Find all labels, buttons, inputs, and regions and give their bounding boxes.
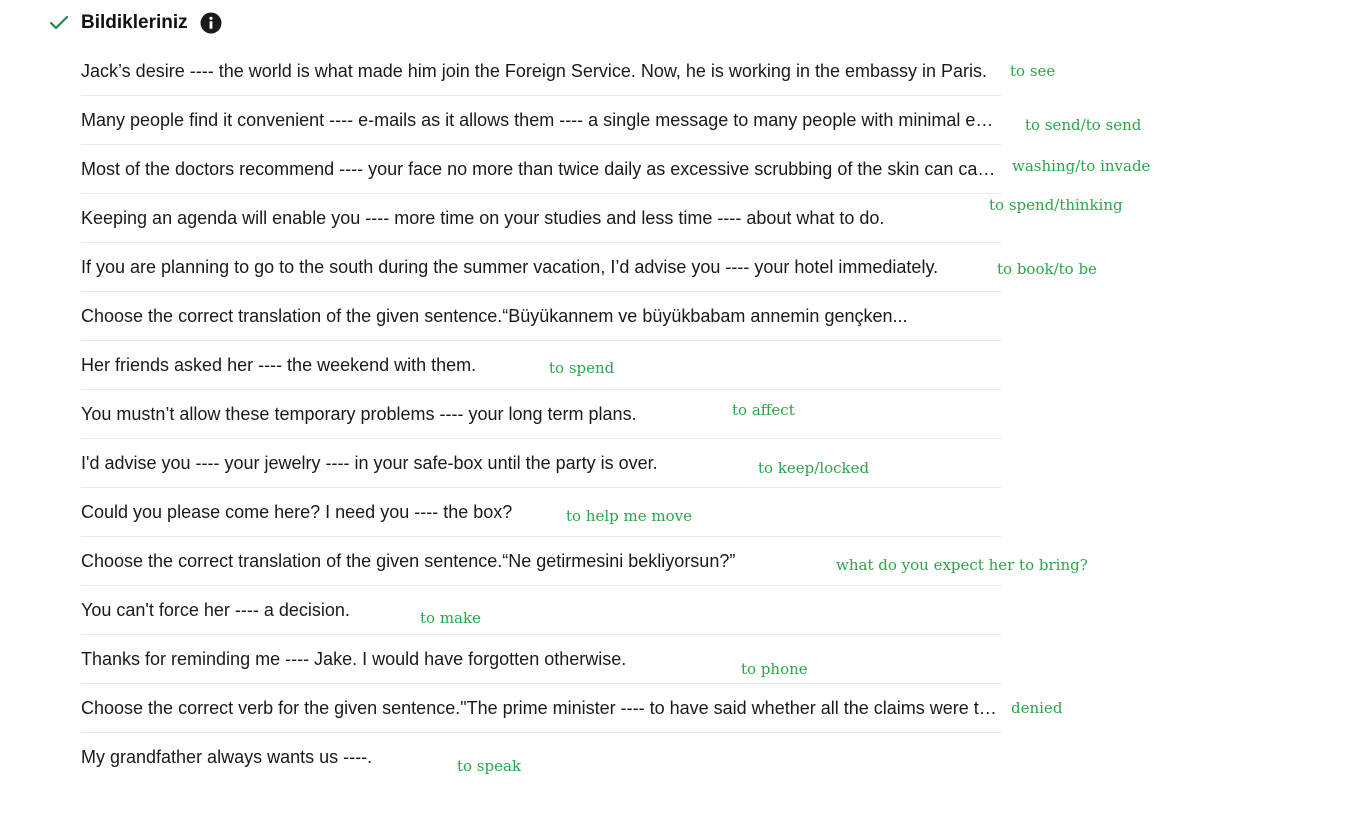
section-title: Bildikleriniz — [81, 12, 188, 33]
answer-annotation: what do you expect her to bring? — [836, 556, 1088, 574]
check-icon — [48, 12, 70, 34]
answer-annotation: washing/to invade — [1012, 157, 1151, 175]
question-list: Jack’s desire ---- the world is what mad… — [81, 47, 1001, 781]
list-item[interactable]: If you are planning to go to the south d… — [81, 243, 1001, 292]
answer-annotation: to phone — [741, 660, 808, 678]
list-item[interactable]: Keeping an agenda will enable you ---- m… — [81, 194, 1001, 243]
list-item[interactable]: Choose the correct verb for the given se… — [81, 684, 1001, 733]
list-item[interactable]: Many people find it convenient ---- e-ma… — [81, 96, 1001, 145]
answer-annotation: to affect — [732, 401, 795, 419]
question-text: You can't force her ---- a decision. — [81, 599, 350, 620]
answer-annotation: to make — [420, 609, 481, 627]
question-text: Most of the doctors recommend ---- your … — [81, 158, 997, 179]
info-icon[interactable] — [200, 12, 222, 34]
answer-annotation: to book/to be — [997, 260, 1097, 278]
question-text: If you are planning to go to the south d… — [81, 256, 939, 277]
answer-annotation: to speak — [457, 757, 522, 775]
answer-annotation: to spend — [549, 359, 615, 377]
list-item[interactable]: You can't force her ---- a decision. — [81, 586, 1001, 635]
question-text: Thanks for reminding me ---- Jake. I wou… — [81, 648, 627, 669]
list-item[interactable]: You mustn’t allow these temporary proble… — [81, 390, 1001, 439]
list-item[interactable]: Choose the correct translation of the gi… — [81, 292, 1001, 341]
question-text: Jack’s desire ---- the world is what mad… — [81, 60, 988, 81]
question-text: Her friends asked her ---- the weekend w… — [81, 354, 477, 375]
list-item[interactable]: Thanks for reminding me ---- Jake. I wou… — [81, 635, 1001, 684]
list-item[interactable]: Jack’s desire ---- the world is what mad… — [81, 47, 1001, 96]
list-item[interactable]: My grandfather always wants us ----. — [81, 733, 1001, 781]
answer-annotation: to help me move — [566, 507, 693, 525]
list-item[interactable]: Could you please come here? I need you -… — [81, 488, 1001, 537]
answer-annotation: to send/to send — [1025, 116, 1142, 134]
question-text: Keeping an agenda will enable you ---- m… — [81, 207, 885, 228]
question-text: My grandfather always wants us ----. — [81, 746, 373, 767]
section-header: Bildikleriniz — [48, 8, 222, 38]
question-text: Could you please come here? I need you -… — [81, 501, 513, 522]
question-text: You mustn’t allow these temporary proble… — [81, 403, 637, 424]
answer-annotation: to see — [1010, 62, 1056, 80]
question-text: Choose the correct translation of the gi… — [81, 550, 736, 571]
answer-annotation: to keep/locked — [758, 459, 870, 477]
answer-annotation: to spend/thinking — [989, 196, 1123, 214]
question-text: Choose the correct translation of the gi… — [81, 305, 908, 326]
question-text: I'd advise you ---- your jewelry ---- in… — [81, 452, 658, 473]
list-item[interactable]: Her friends asked her ---- the weekend w… — [81, 341, 1001, 390]
question-text: Choose the correct verb for the given se… — [81, 697, 997, 718]
question-text: Many people find it convenient ---- e-ma… — [81, 109, 997, 130]
list-item[interactable]: Most of the doctors recommend ---- your … — [81, 145, 1001, 194]
answer-annotation: denied — [1011, 699, 1063, 717]
